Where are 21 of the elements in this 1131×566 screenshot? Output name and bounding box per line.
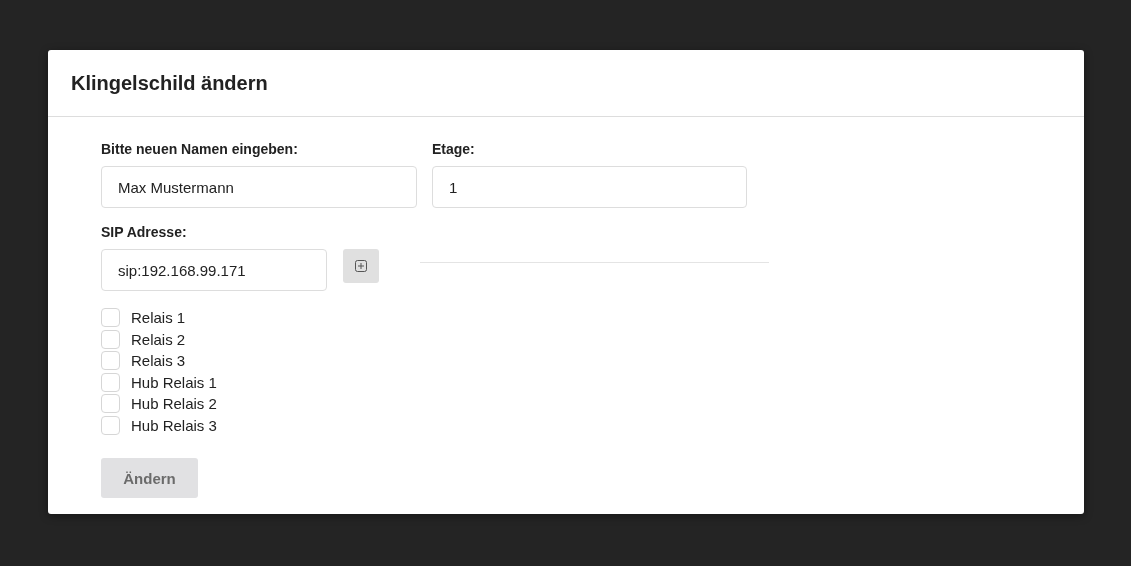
checkbox[interactable]: [101, 372, 120, 392]
checkbox-label: Hub Relais 3: [131, 416, 217, 434]
checkbox-label: Hub Relais 1: [131, 373, 217, 391]
input-field[interactable]: sip:192.168.99.171: [101, 249, 327, 291]
checkbox-label: Hub Relais 2: [131, 395, 217, 413]
dialog-title: Klingelschild ändern: [71, 71, 268, 95]
checkbox[interactable]: [101, 308, 120, 328]
field-label: Bitte neuen Namen eingeben:: [101, 141, 299, 158]
plus-square-icon: [355, 260, 367, 272]
input-field[interactable]: Max Mustermann: [101, 166, 417, 208]
checkbox[interactable]: [101, 351, 120, 371]
checkbox[interactable]: [101, 329, 120, 349]
checkbox-label: Relais 3: [131, 352, 186, 370]
field-label: Etage:: [432, 141, 476, 158]
add-button[interactable]: [343, 249, 379, 283]
checkbox[interactable]: [101, 415, 120, 435]
checkbox[interactable]: [101, 394, 120, 414]
field-label: SIP Adresse:: [101, 224, 188, 241]
input-field[interactable]: 1: [432, 166, 747, 208]
checkbox-label: Relais 1: [131, 309, 186, 327]
checkbox-label: Relais 2: [131, 330, 186, 348]
